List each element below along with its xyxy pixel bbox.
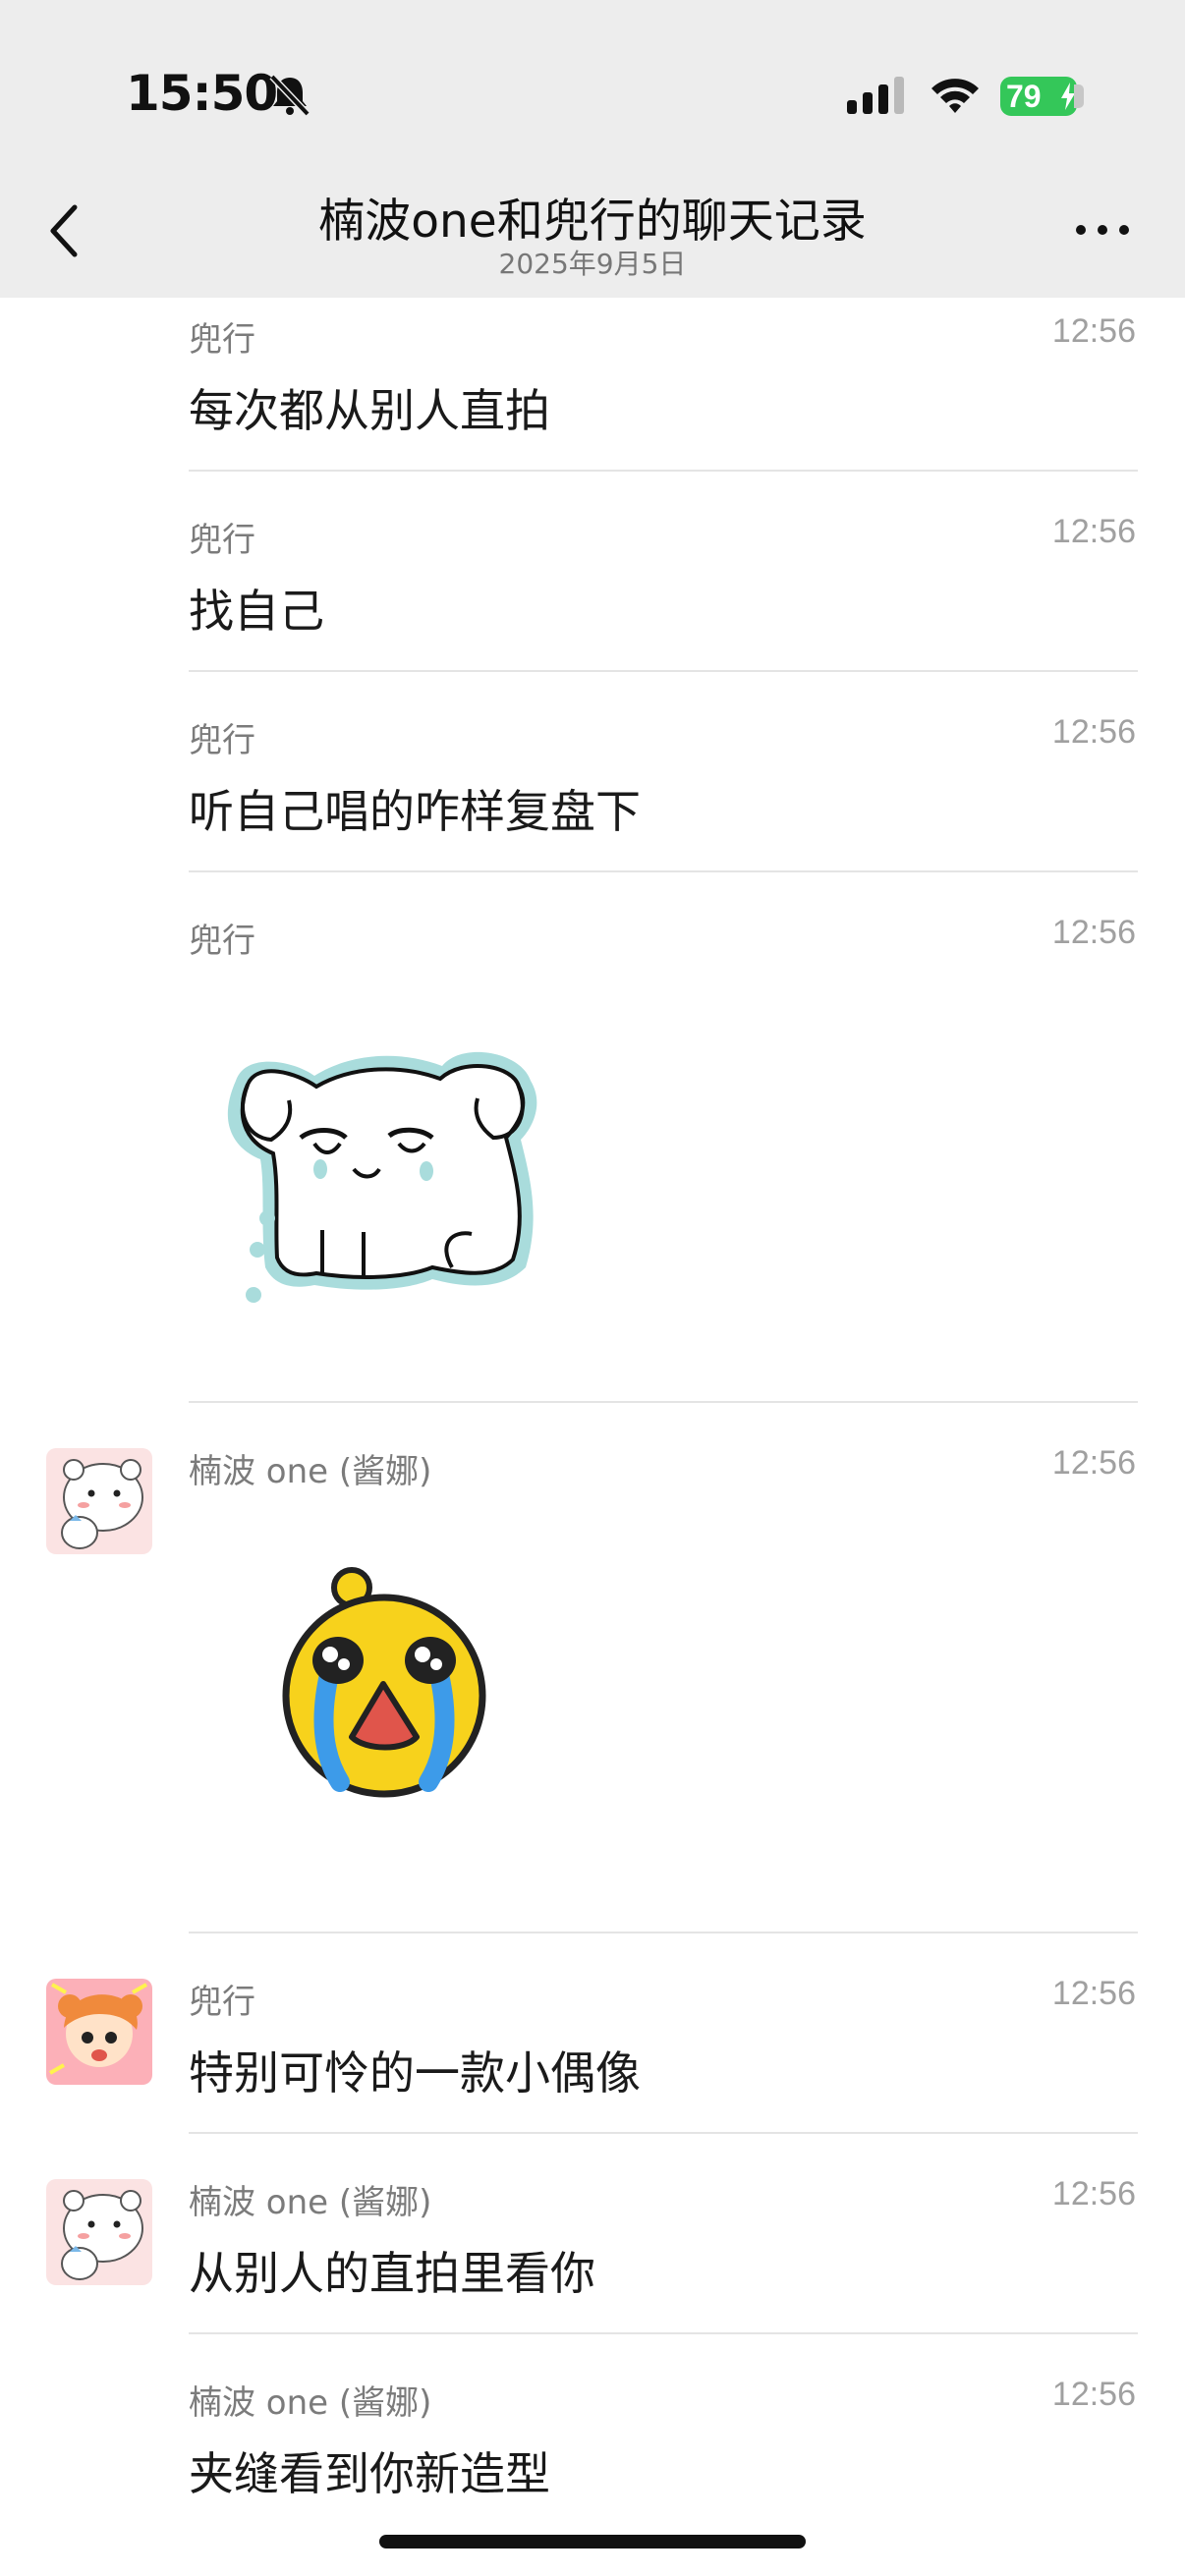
- page-title: 楠波one和兜行的聊天记录: [318, 195, 867, 249]
- divider: [189, 2332, 1138, 2334]
- message-time: 12:56: [1051, 2376, 1136, 2413]
- avatar[interactable]: [46, 2179, 152, 2285]
- avatar[interactable]: [46, 1448, 152, 1554]
- sender-name: 兜行: [189, 320, 255, 360]
- bear-avatar-icon: [46, 2179, 152, 2285]
- message-time: 12:56: [1051, 312, 1136, 350]
- more-icon[interactable]: [1073, 220, 1132, 240]
- bear-avatar-icon: [46, 1448, 152, 1554]
- message-time: 12:56: [1051, 513, 1136, 550]
- message-time: 12:56: [1051, 713, 1136, 751]
- girl-avatar-icon: [46, 1979, 152, 2085]
- sender-name: 楠波 one (酱娜): [189, 2383, 432, 2423]
- sender-name: 兜行: [189, 721, 255, 760]
- bell-muted-icon: [269, 74, 310, 117]
- message-time: 12:56: [1051, 2175, 1136, 2212]
- sender-name: 兜行: [189, 1983, 255, 2022]
- divider: [189, 470, 1138, 472]
- wifi-icon: [931, 79, 979, 113]
- sender-name: 兜行: [189, 521, 255, 560]
- message-text: 从别人的直拍里看你: [189, 2247, 595, 2300]
- status-time: 15:50: [126, 65, 278, 122]
- crying-dog-sticker[interactable]: [206, 1022, 560, 1316]
- message-time: 12:56: [1051, 1975, 1136, 2012]
- divider: [189, 1401, 1138, 1403]
- sender-name: 楠波 one (酱娜): [189, 2183, 432, 2222]
- message-time: 12:56: [1051, 1444, 1136, 1482]
- crying-face-sticker[interactable]: [277, 1564, 491, 1804]
- sender-name: 兜行: [189, 922, 255, 961]
- avatar[interactable]: [46, 1979, 152, 2085]
- message-text: 听自己唱的咋样复盘下: [189, 785, 641, 838]
- message-time: 12:56: [1051, 914, 1136, 951]
- divider: [189, 1932, 1138, 1933]
- page-subtitle: 2025年9月5日: [498, 248, 687, 280]
- home-indicator[interactable]: [379, 2535, 806, 2548]
- message-text: 每次都从别人直拍: [189, 384, 550, 437]
- message-text: 特别可怜的一款小偶像: [189, 2046, 641, 2100]
- message-text: 夹缝看到你新造型: [189, 2447, 550, 2500]
- signal-icon: [847, 77, 904, 114]
- message-text: 找自己: [189, 585, 324, 638]
- sender-name: 楠波 one (酱娜): [189, 1452, 432, 1491]
- battery-tip: [1074, 84, 1084, 108]
- divider: [189, 2132, 1138, 2134]
- header: 15:50 79 楠波one和兜行的聊天记录 2025年9月5日: [0, 0, 1185, 298]
- divider: [189, 670, 1138, 672]
- divider: [189, 870, 1138, 872]
